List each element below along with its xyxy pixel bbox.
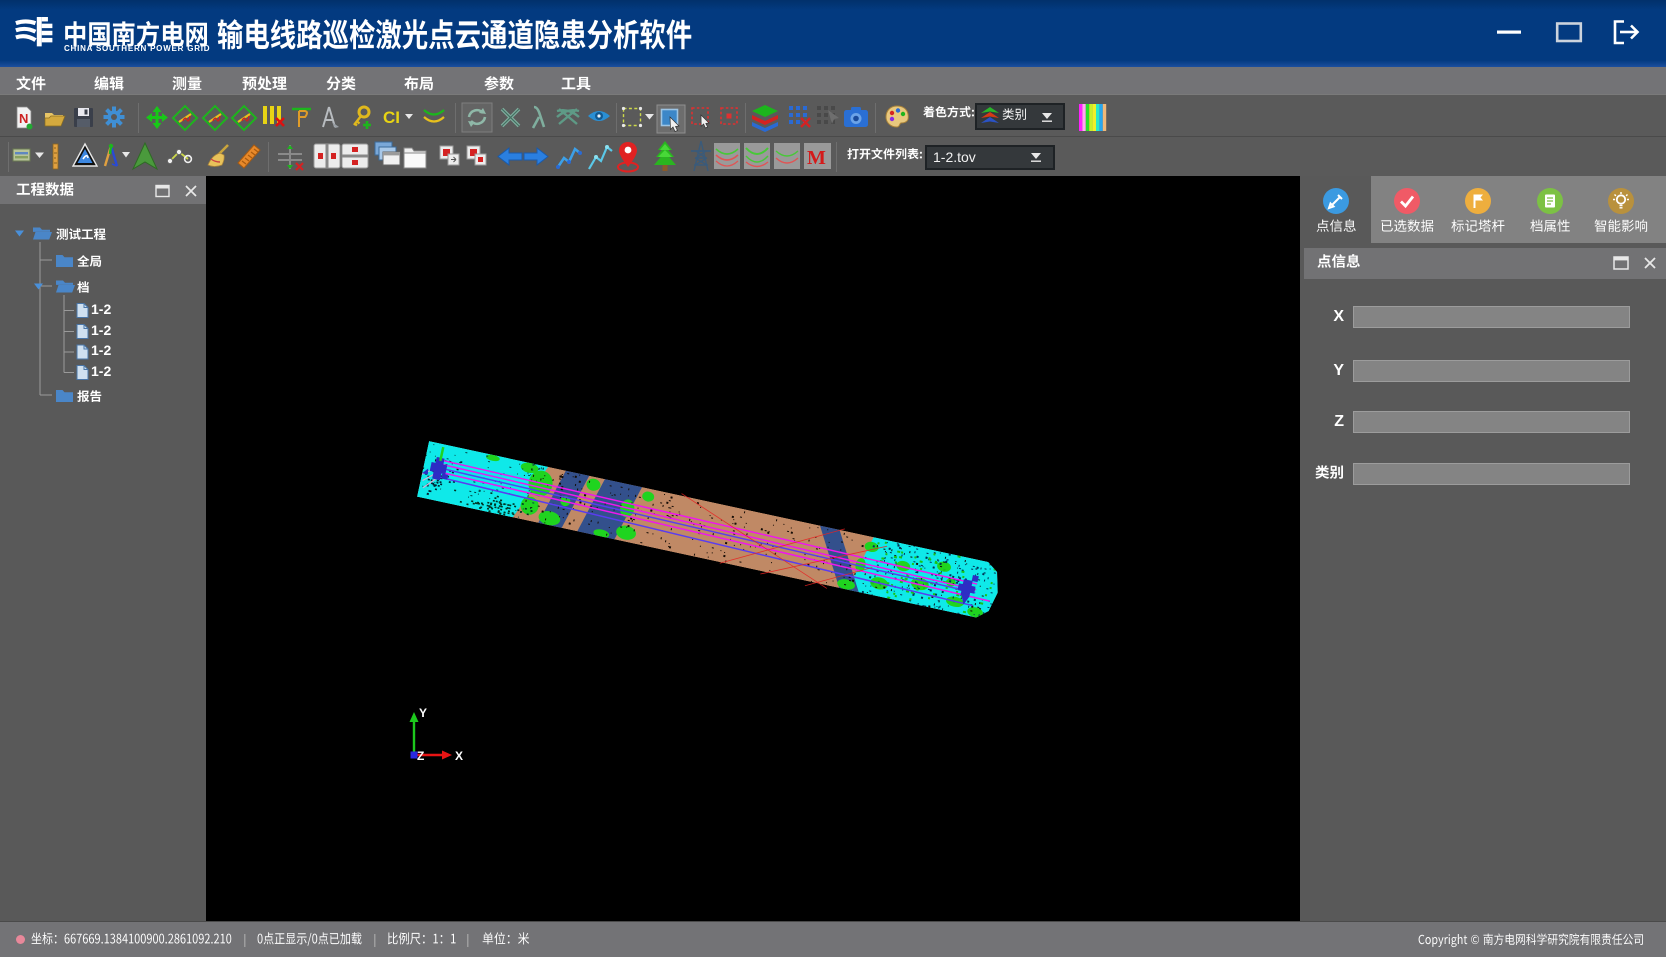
svg-text:X: X xyxy=(455,749,463,763)
svg-text:Z: Z xyxy=(417,749,424,763)
svg-text:M: M xyxy=(807,147,826,169)
svg-text:CI: CI xyxy=(383,108,400,127)
svg-text:Y: Y xyxy=(419,706,427,720)
svg-text:N: N xyxy=(19,111,28,126)
